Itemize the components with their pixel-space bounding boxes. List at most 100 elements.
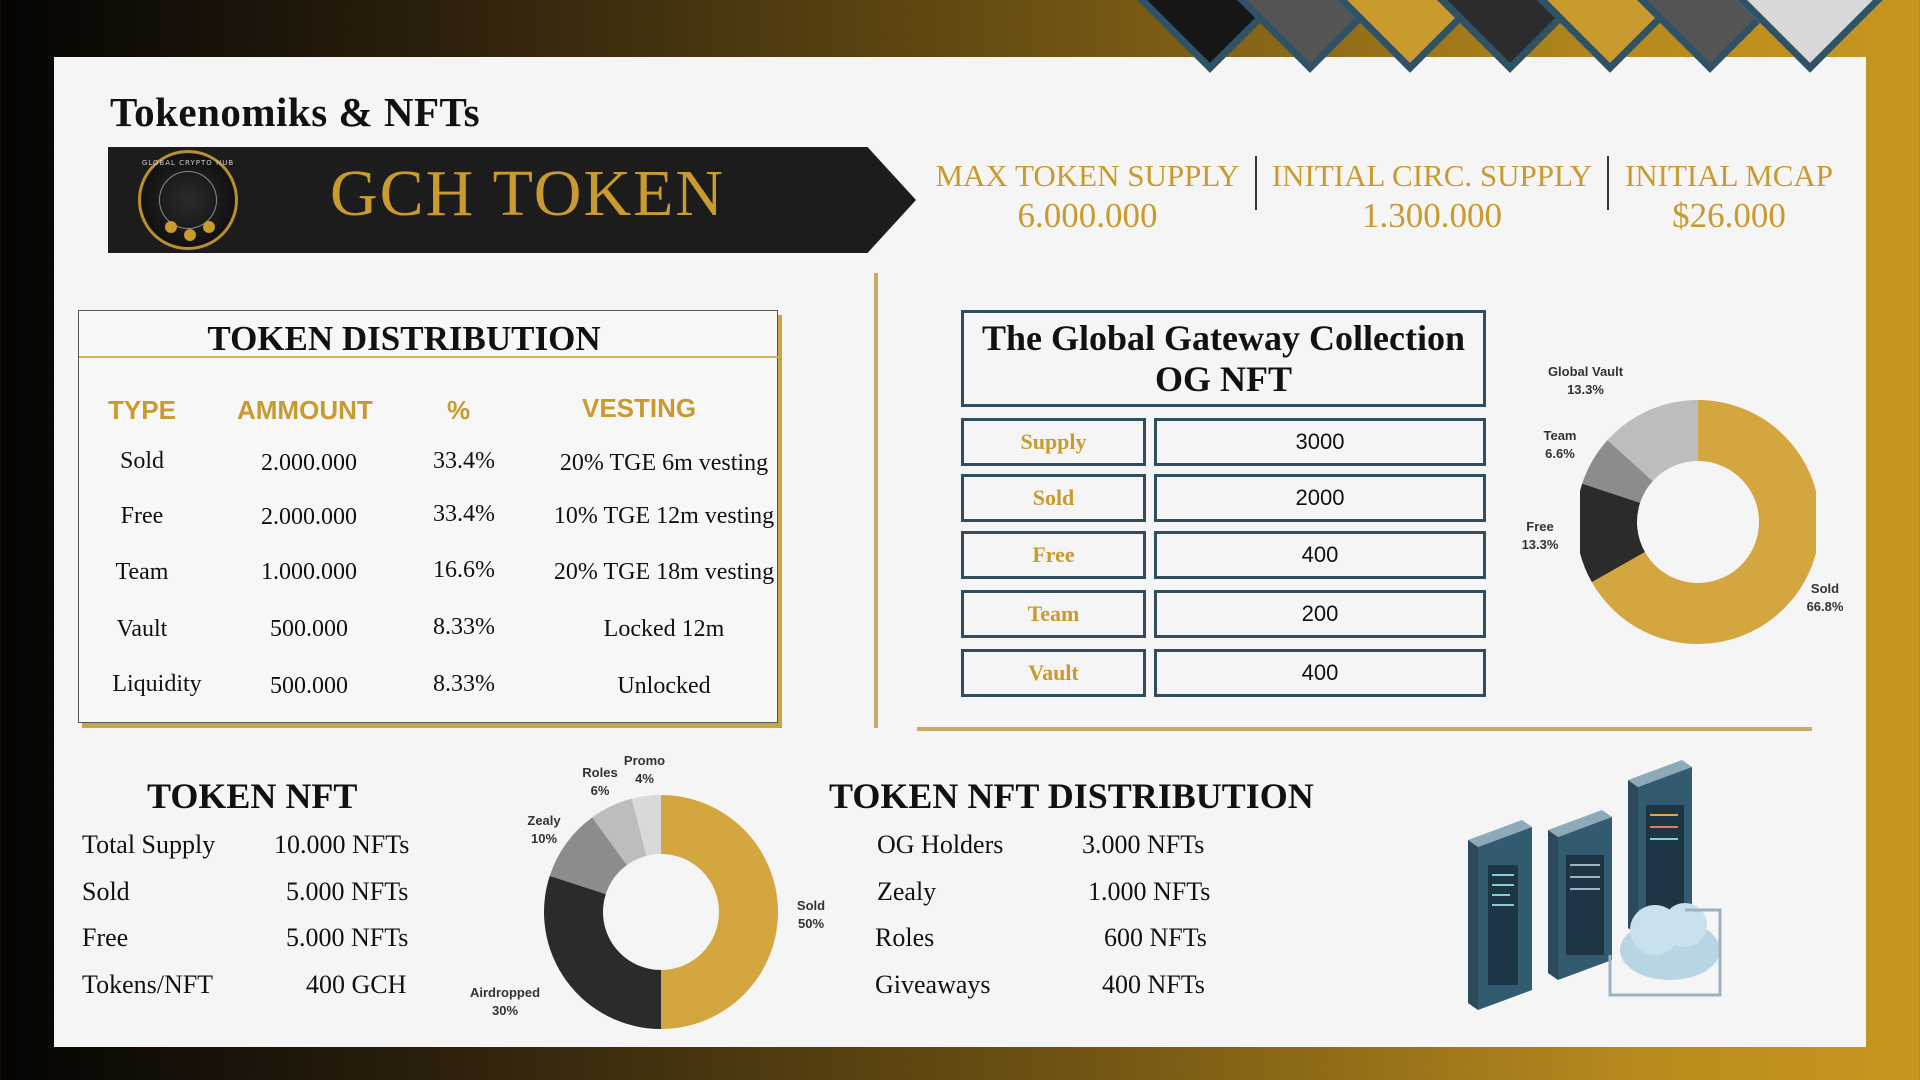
list-item-label: Tokens/NFT [82,970,214,999]
cell-vesting: 10% TGE 12m vesting [553,503,775,529]
slice-value: 13.3% [1567,382,1604,397]
token-nft-donut-chart [544,795,778,1029]
stat-value: $26.000 [1672,196,1786,235]
diamond-decoration [1125,0,1920,90]
slice-value: 4% [635,771,654,786]
divider [79,356,779,358]
list-item-label: Sold [82,877,130,906]
cell-vesting: 20% TGE 18m vesting [553,559,775,585]
og-key-cell: Supply [961,418,1146,466]
stat-divider [1255,156,1257,210]
diamond-light [1732,0,1888,73]
slice-label-sold: Sold 66.8% [1795,580,1855,616]
slice-label-global-vault: Global Vault 13.3% [1528,363,1643,399]
list-item-value: 1.000 NFTs [1088,877,1211,906]
cell-type: Free [120,503,164,529]
og-nft-title-line2: OG NFT [1154,359,1292,399]
list-item-value: 5.000 NFTs [286,877,409,906]
og-key-cell: Team [961,590,1146,638]
stat-value: 6.000.000 [1017,196,1158,235]
global-crypto-hub-logo: GLOBAL CRYPTO HUB [138,150,238,250]
cell-vesting: 20% TGE 6m vesting [559,450,769,476]
cell-amount: 1.000.000 [261,559,357,585]
list-item-label: Total Supply [82,830,216,859]
slice-category: Sold [796,898,826,913]
cell-type: Liquidity [112,671,202,697]
cell-type: Team [115,559,169,585]
stat-max-supply: MAX TOKEN SUPPLY 6.000.000 [925,158,1250,236]
slice-label-team: Team 6.6% [1530,427,1590,463]
og-value-cell: 200 [1154,590,1486,638]
cell-pct: 8.33% [433,671,495,697]
cell-pct: 33.4% [433,501,495,527]
cell-amount: 500.000 [270,616,348,642]
og-nft-title-line1: The Global Gateway Collection [982,318,1465,358]
stat-initial-mcap: INITIAL MCAP $26.000 [1614,158,1844,236]
list-item-label: Giveaways [875,970,991,999]
list-item-value: 600 NFTs [1104,923,1207,952]
list-item-value: 400 GCH [306,970,407,999]
list-item-label: Roles [875,923,935,952]
og-nft-title: The Global Gateway Collection OG NFT [961,310,1486,407]
og-key-cell: Free [961,531,1146,579]
slice-value: 50% [797,916,825,931]
og-value-cell: 2000 [1154,474,1486,522]
slice-label-free: Free 13.3% [1510,518,1570,554]
slice-label-zealy: Zealy 10% [519,812,569,848]
server-icon [1548,810,1612,980]
table-title: TOKEN DISTRIBUTION [207,319,601,358]
og-key-cell: Vault [961,649,1146,697]
list-item-value: 400 NFTs [1102,970,1205,999]
cell-amount: 2.000.000 [261,450,357,476]
column-header: VESTING [582,393,697,423]
slice-label-roles: Roles 6% [575,764,625,800]
server-icon [1468,820,1532,1010]
cell-vesting: Locked 12m [603,616,725,642]
slice-label-sold: Sold 50% [786,897,836,933]
token-nft-distribution-title: TOKEN NFT DISTRIBUTION [829,776,1314,816]
token-distribution-table: TOKEN DISTRIBUTION TYPE AMMOUNT % VESTIN… [78,310,779,723]
column-header: AMMOUNT [237,395,373,425]
donut-slice-airdropped [544,875,661,1029]
slice-value: 10% [530,831,558,846]
stat-divider [1607,156,1609,210]
slice-value: 66.8% [1806,599,1844,614]
column-header: % [447,395,471,425]
og-value-cell: 400 [1154,531,1486,579]
stat-label: INITIAL MCAP [1624,158,1834,193]
stat-label: INITIAL CIRC. SUPPLY [1271,158,1593,193]
slice-value: 6% [590,783,610,798]
slice-label-airdropped: Airdropped 30% [460,984,550,1020]
og-key-cell: Sold [961,474,1146,522]
logo-text: GLOBAL CRYPTO HUB [141,159,235,167]
slice-category: Promo [623,753,666,768]
list-item-value: 10.000 NFTs [274,830,410,859]
banner-title: GCH TOKEN [330,157,726,230]
cell-vesting: Unlocked [617,673,711,699]
page-title: Tokenomiks & NFTs [110,89,481,135]
section-divider-horizontal [917,727,1812,731]
slice-category: Global Vault [1547,364,1624,379]
list-item-label: Zealy [877,877,937,906]
cell-pct: 16.6% [433,557,495,583]
cell-type: Vault [116,616,168,642]
coin-icon [184,229,196,241]
slice-category: Zealy [527,813,561,828]
donut-slice-sold [661,795,778,1029]
og-nft-donut-chart [1580,400,1816,644]
slice-value: 30% [491,1003,519,1018]
list-item-label: OG Holders [877,830,1004,859]
slice-category: Sold [1810,581,1840,596]
slice-value: 13.3% [1521,537,1559,552]
slice-label-promo: Promo 4% [617,752,672,788]
column-header: TYPE [108,395,176,425]
cell-pct: 8.33% [433,614,495,640]
list-item-label: Free [82,923,129,952]
slice-category: Team [1543,428,1577,443]
stat-circ-supply: INITIAL CIRC. SUPPLY 1.300.000 [1262,158,1602,236]
list-item-value: 3.000 NFTs [1082,830,1205,859]
slice-value: 6.6% [1545,446,1575,461]
cell-pct: 33.4% [433,448,495,474]
cell-amount: 2.000.000 [261,504,357,530]
cell-type: Sold [119,448,164,474]
